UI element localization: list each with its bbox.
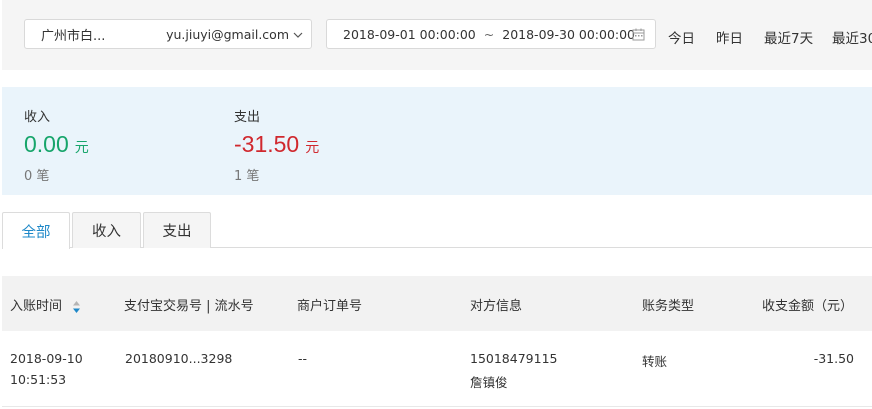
date-range-picker[interactable]: 2018-09-01 00:00:00 ~ 2018-09-30 00:00:0…	[326, 19, 656, 49]
header-entry-time[interactable]: 入账时间	[10, 295, 81, 314]
account-select[interactable]: 广州市白... yu.jiuyi@gmail.com	[24, 19, 312, 49]
quick-range-30days[interactable]: 最近30	[832, 27, 872, 47]
account-name: 广州市白...	[41, 28, 106, 44]
quick-range-yesterday[interactable]: 昨日	[716, 27, 743, 47]
cell-entry-time: 2018-09-10 10:51:53	[10, 351, 83, 387]
cell-type: 转账	[642, 354, 668, 369]
expense-amount: -31.50	[234, 131, 300, 157]
expense-amount-wrap: -31.50 元	[234, 131, 319, 158]
account-email: yu.jiuyi@gmail.com	[166, 26, 289, 42]
date-start: 2018-09-01 00:00:00	[343, 26, 476, 42]
income-label: 收入	[24, 110, 51, 125]
income-amount-wrap: 0.00 元	[24, 131, 89, 158]
calendar-icon	[632, 28, 645, 41]
date-separator: ~	[483, 26, 495, 42]
quick-range-today[interactable]: 今日	[668, 27, 695, 47]
cell-time: 10:51:53	[10, 372, 67, 387]
filter-bar: 广州市白... yu.jiuyi@gmail.com 2018-09-01 00…	[2, 0, 872, 70]
header-type: 账务类型	[642, 299, 695, 314]
cell-counterparty-account: 15018479115	[470, 351, 558, 366]
cell-counterparty-name: 詹镇俊	[470, 375, 508, 390]
header-counterparty: 对方信息	[470, 299, 523, 314]
income-unit: 元	[74, 140, 89, 156]
header-merchant-order: 商户订单号	[297, 299, 363, 314]
header-amount: 收支金额（元）	[762, 299, 854, 314]
header-entry-time-label: 入账时间	[10, 299, 63, 314]
expense-summary: 支出 -31.50 元 1 笔	[234, 106, 319, 184]
cell-counterparty: 15018479115 詹镇俊	[470, 351, 557, 391]
tab-income[interactable]: 收入	[72, 212, 141, 248]
header-trade-no: 支付宝交易号 | 流水号	[124, 299, 254, 314]
chevron-down-icon	[293, 29, 303, 39]
cell-amount: -31.50	[813, 351, 854, 366]
expense-count: 1 笔	[234, 169, 260, 184]
cell-merchant-order: --	[298, 351, 308, 366]
date-end: 2018-09-30 00:00:00	[502, 26, 636, 42]
cell-date: 2018-09-10	[10, 351, 83, 366]
table-row[interactable]: 2018-09-10 10:51:53 20180910...3298 -- 1…	[2, 331, 872, 407]
tab-bar: 全部 收入 支出	[2, 212, 872, 249]
income-count: 0 笔	[24, 169, 50, 184]
expense-label: 支出	[234, 110, 261, 125]
expense-unit: 元	[305, 140, 320, 156]
quick-range-7days[interactable]: 最近7天	[764, 27, 813, 47]
tab-all[interactable]: 全部	[2, 212, 70, 249]
sort-icon[interactable]	[72, 300, 81, 314]
tab-expense[interactable]: 支出	[143, 212, 211, 248]
income-amount: 0.00	[24, 131, 69, 157]
transactions-table: 入账时间 支付宝交易号 | 流水号 商户订单号 对方信息 账务类型 收支金额（元…	[2, 276, 872, 407]
summary-panel: 收入 0.00 元 0 笔 支出 -31.50 元 1 笔	[2, 87, 872, 195]
table-header: 入账时间 支付宝交易号 | 流水号 商户订单号 对方信息 账务类型 收支金额（元…	[2, 276, 872, 331]
income-summary: 收入 0.00 元 0 笔	[24, 106, 89, 184]
cell-trade-no[interactable]: 20180910...3298	[125, 351, 232, 366]
